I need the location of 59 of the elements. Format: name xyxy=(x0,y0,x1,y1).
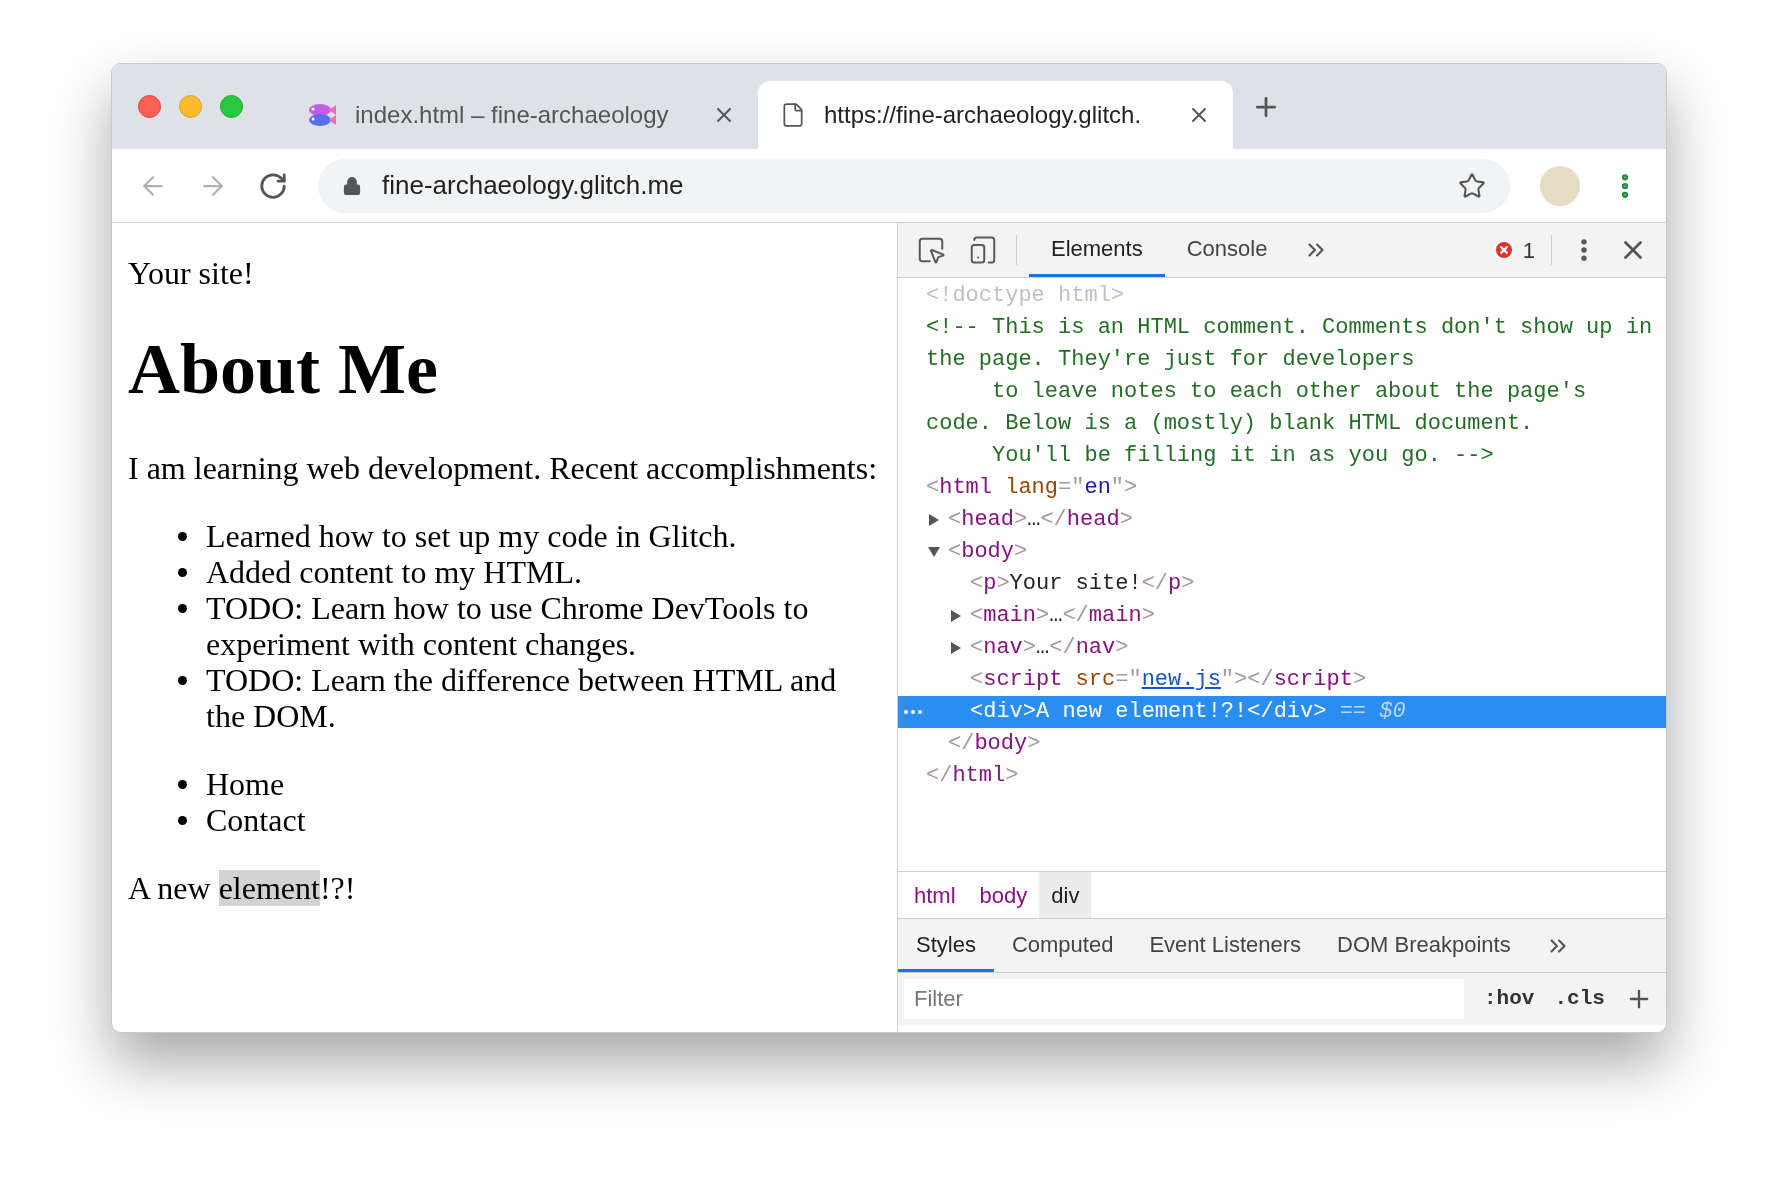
browser-tab[interactable]: index.html – fine-archaeology xyxy=(283,81,758,149)
styles-pane-tab[interactable]: DOM Breakpoints xyxy=(1319,919,1529,972)
code-line: <main>…</main> xyxy=(970,602,1155,630)
tab-title: https://fine-archaeology.glitch. xyxy=(824,100,1143,130)
code-line: </html> xyxy=(926,762,1019,790)
devtools-tab[interactable]: Elements xyxy=(1029,223,1165,277)
error-icon xyxy=(1492,239,1515,261)
bullet-icon xyxy=(178,604,187,613)
html-comment: <!-- This is an HTML comment. Comments don't show up in the page. They're just for developers to leave notes to each other about the page's code. Below is a (mostly) blank HTML document. You'll be filling it in as you go. --> xyxy=(926,314,1653,470)
code-line: </body> xyxy=(948,730,1041,758)
devtools-tab[interactable]: Console xyxy=(1164,223,1290,277)
bullet-icon xyxy=(178,532,187,541)
code-line: <body> xyxy=(948,538,1028,566)
breadcrumb[interactable]: body xyxy=(967,872,1040,918)
list-item: Added content to my HTML. xyxy=(206,554,582,590)
style-toggle-button[interactable]: :hov xyxy=(1484,983,1535,1015)
breadcrumb[interactable]: html xyxy=(902,872,968,918)
bullet-icon xyxy=(178,780,187,789)
triangle-right-icon[interactable] xyxy=(950,642,962,654)
reload-icon[interactable] xyxy=(258,170,288,201)
code-line: <head>…</head> xyxy=(948,506,1133,534)
list-item: TODO: Learn the difference between HTML and the DOM. xyxy=(206,662,838,734)
list-item: TODO: Learn how to use Chrome DevTools to experiment with content changes. xyxy=(206,590,810,662)
inspect-icon[interactable] xyxy=(916,235,946,265)
doctype-text: <!doctype html> xyxy=(926,282,1125,310)
intro-text: Your site! xyxy=(128,255,255,291)
list-item: Learned how to set up my code in Glitch. xyxy=(206,518,737,554)
nav-link[interactable]: Contact xyxy=(206,802,306,838)
device-icon[interactable] xyxy=(968,235,998,265)
bullet-icon xyxy=(178,816,187,825)
document-icon xyxy=(780,101,806,129)
star-icon[interactable] xyxy=(1458,171,1486,200)
ellipsis-icon[interactable] xyxy=(904,710,922,714)
new-element-text: A new element!?! xyxy=(128,870,357,906)
code-line: <nav>…</nav> xyxy=(970,634,1129,662)
triangle-down-icon[interactable] xyxy=(928,546,940,558)
close-window-button[interactable] xyxy=(138,95,161,118)
paragraph: I am learning web development. Recent accomplishments: xyxy=(128,450,879,486)
code-line: <script src="new.js"></script> xyxy=(970,666,1367,694)
tab-title: index.html – fine-archaeology xyxy=(355,100,670,130)
url-text: fine-archaeology.glitch.me xyxy=(382,169,685,202)
code-line: <html lang="en"> xyxy=(926,474,1138,502)
triangle-right-icon[interactable] xyxy=(950,610,962,622)
nav-link[interactable]: Home xyxy=(206,766,285,802)
bullet-icon xyxy=(178,676,187,685)
browser-tab[interactable]: https://fine-archaeology.glitch. xyxy=(758,81,1233,149)
bullet-icon xyxy=(178,568,187,577)
address-bar[interactable]: fine-archaeology.glitch.me xyxy=(318,158,1510,213)
triangle-right-icon[interactable] xyxy=(928,514,940,526)
filter-field[interactable]: Filter xyxy=(904,979,1464,1019)
styles-pane-tab[interactable]: Event Listeners xyxy=(1131,919,1320,972)
page-heading: About Me xyxy=(128,329,439,409)
styles-pane-tab[interactable]: Computed xyxy=(993,919,1132,972)
code-line: <div>A new element!?!</div> == $0 xyxy=(970,698,1406,726)
breadcrumb[interactable]: div xyxy=(1039,872,1092,918)
lock-icon xyxy=(342,174,362,197)
error-count[interactable]: 1 xyxy=(1522,233,1535,267)
code-line: <p>Your site!</p> xyxy=(970,570,1195,598)
style-toggle-button[interactable]: .cls xyxy=(1554,983,1605,1015)
